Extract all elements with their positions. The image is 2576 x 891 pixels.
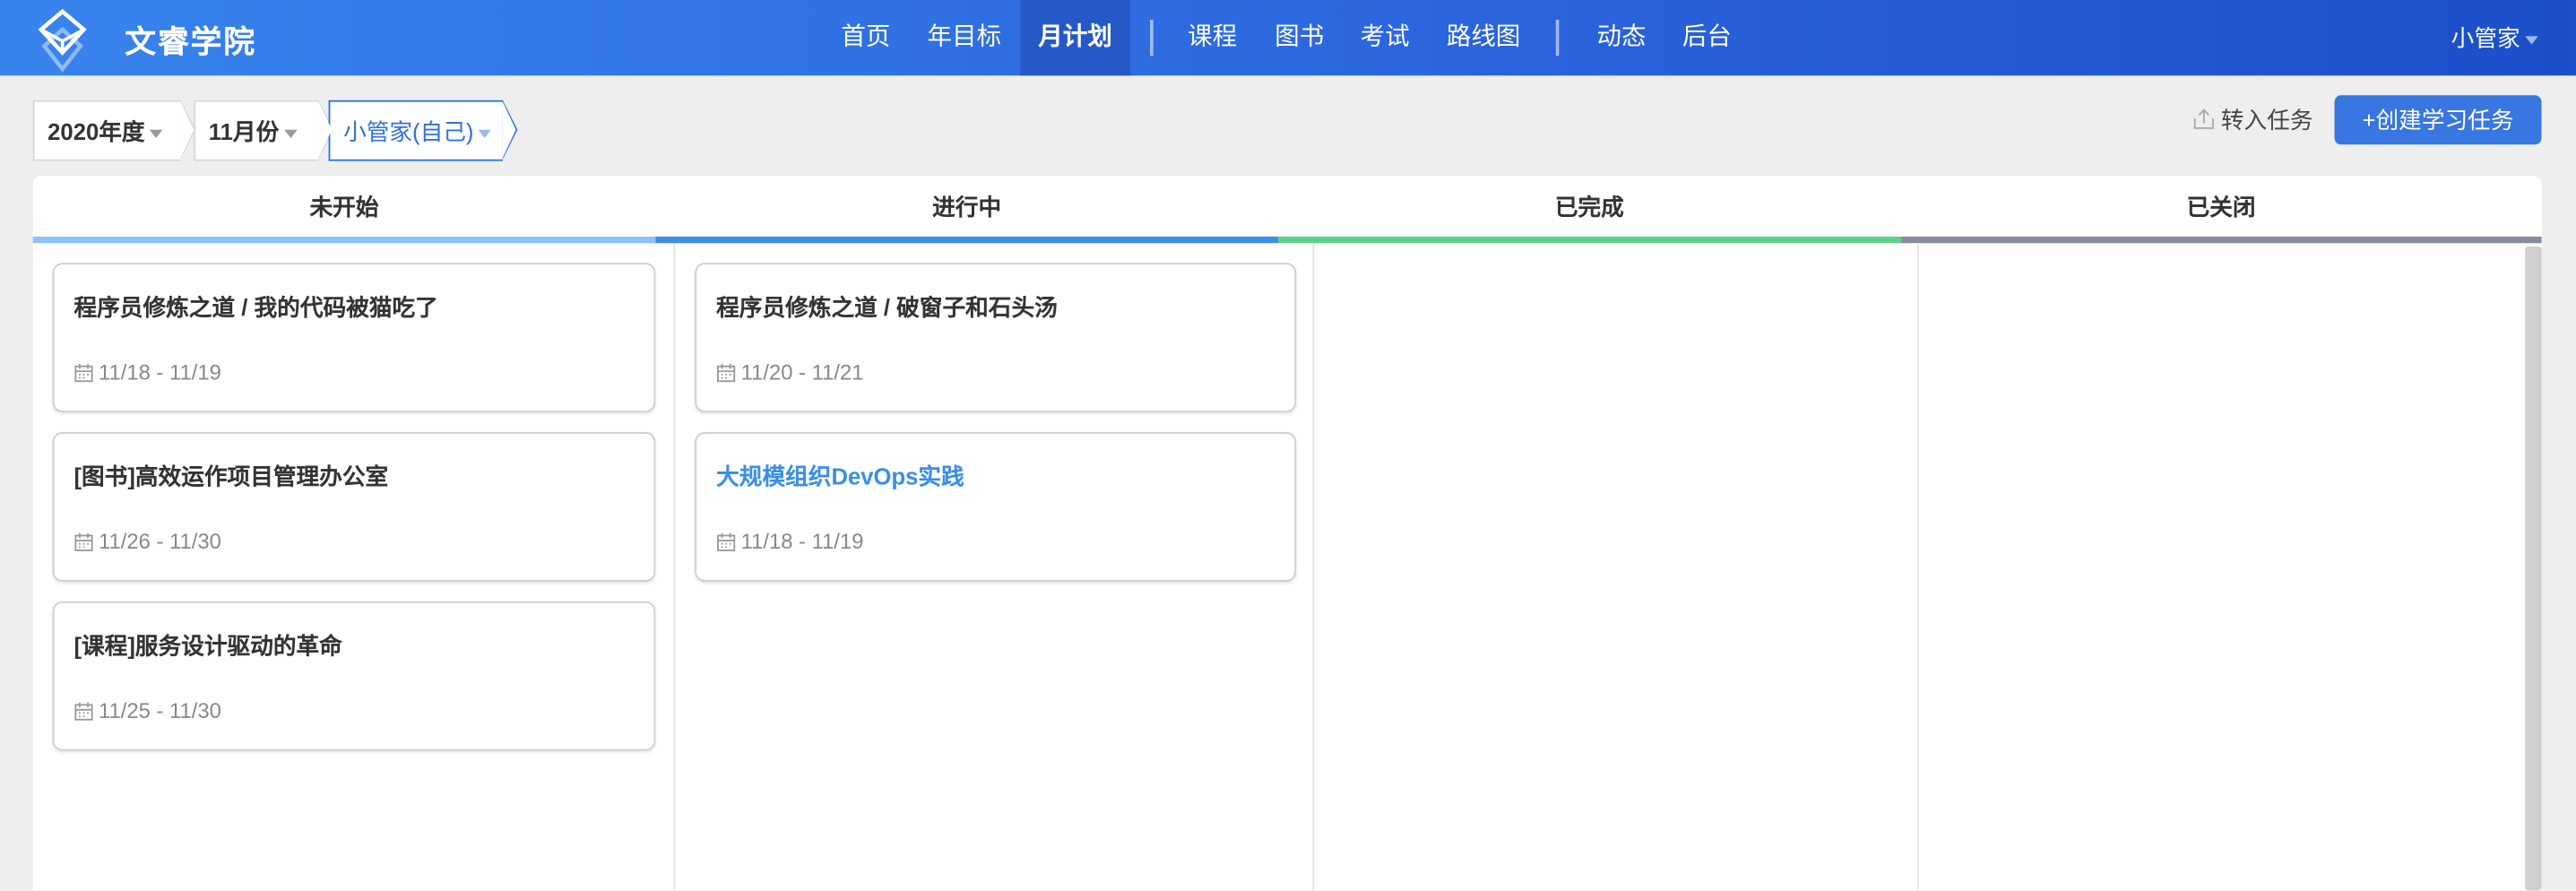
brand-name[interactable]: 文睿学院 xyxy=(125,18,256,62)
date-range: 11/26 - 11/30 xyxy=(98,529,221,554)
date-range: 11/25 - 11/30 xyxy=(98,697,221,723)
task-title[interactable]: 程序员修炼之道 / 我的代码被猫吃了 xyxy=(73,290,437,324)
user-name: 小管家 xyxy=(2451,24,2520,51)
calendar-icon xyxy=(717,363,736,382)
calendar-icon xyxy=(74,701,93,720)
nav-admin[interactable]: 后台 xyxy=(1671,0,1743,75)
nav-divider xyxy=(1555,19,1560,56)
column-done xyxy=(1314,243,1919,891)
task-date: 11/18 - 11/19 xyxy=(73,359,221,385)
column-header-closed: 已关闭 xyxy=(1900,176,2542,244)
month-value: 11月份 xyxy=(208,117,280,145)
import-task-button[interactable]: 转入任务 xyxy=(2193,103,2313,136)
task-date: 11/26 - 11/30 xyxy=(73,529,221,554)
date-range: 11/18 - 11/19 xyxy=(98,359,221,385)
person-value: 小管家(自己) xyxy=(343,117,474,145)
task-card[interactable]: [课程]服务设计驱动的革命 11/25 - 11/30 xyxy=(52,601,656,751)
nav-books[interactable]: 图书 xyxy=(1264,0,1336,75)
nav-month-plan[interactable]: 月计划 xyxy=(1020,0,1131,76)
date-range: 11/18 - 11/19 xyxy=(740,529,864,554)
task-card[interactable]: [图书]高效运作项目管理办公室 11/26 - 11/30 xyxy=(52,432,656,582)
task-card[interactable]: 程序员修炼之道 / 破窗子和石头汤 11/20 - 11/21 xyxy=(695,263,1297,413)
nav-home[interactable]: 首页 xyxy=(830,0,903,75)
nav-activity[interactable]: 动态 xyxy=(1586,0,1658,75)
calendar-icon xyxy=(74,363,93,382)
month-selector[interactable]: 11月份 xyxy=(194,99,334,161)
chevron-down-icon xyxy=(478,129,492,138)
task-card[interactable]: 大规模组织DevOps实践 11/18 - 11/19 xyxy=(695,432,1297,582)
column-header-not-started: 未开始 xyxy=(32,176,656,244)
task-title[interactable]: 大规模组织DevOps实践 xyxy=(716,460,964,493)
person-selector[interactable]: 小管家(自己) xyxy=(328,99,518,161)
chevron-down-icon xyxy=(2525,35,2538,45)
logo-icon xyxy=(38,8,87,73)
chevron-down-icon xyxy=(150,129,163,138)
task-title[interactable]: [图书]高效运作项目管理办公室 xyxy=(73,460,388,493)
nav-courses[interactable]: 课程 xyxy=(1176,0,1249,75)
calendar-icon xyxy=(717,532,736,551)
task-date: 11/18 - 11/19 xyxy=(716,529,864,554)
calendar-icon xyxy=(74,532,93,551)
date-range: 11/20 - 11/21 xyxy=(740,359,864,385)
scrollbar[interactable] xyxy=(2525,246,2542,891)
import-label: 转入任务 xyxy=(2220,107,2313,134)
create-task-button[interactable]: +创建学习任务 xyxy=(2334,95,2542,145)
task-card[interactable]: 程序员修炼之道 / 我的代码被猫吃了 11/18 - 11/19 xyxy=(52,263,656,413)
column-header-done: 已完成 xyxy=(1277,176,1901,244)
chevron-down-icon xyxy=(283,129,298,138)
top-navbar: 文睿学院 首页 年目标 月计划 课程 图书 考试 路线图 动态 后台 小管家 xyxy=(0,0,2576,76)
task-title[interactable]: 程序员修炼之道 / 破窗子和石头汤 xyxy=(716,290,1058,324)
task-title[interactable]: [课程]服务设计驱动的革命 xyxy=(73,629,341,662)
nav-roadmap[interactable]: 路线图 xyxy=(1436,0,1531,75)
year-value: 2020年度 xyxy=(48,117,145,145)
task-date: 11/20 - 11/21 xyxy=(716,359,864,385)
nav-year-goal[interactable]: 年目标 xyxy=(917,0,1012,75)
upload-icon xyxy=(2193,108,2214,129)
nav-exams[interactable]: 考试 xyxy=(1349,0,1422,75)
kanban-board: 未开始 进行中 已完成 已关闭 程序员修炼之道 / 我的代码被猫吃了 11/18 … xyxy=(32,176,2542,891)
column-header-in-progress: 进行中 xyxy=(655,176,1278,244)
nav-divider xyxy=(1150,19,1154,56)
task-date: 11/25 - 11/30 xyxy=(73,697,221,723)
column-closed xyxy=(1919,243,2525,890)
user-menu[interactable]: 小管家 xyxy=(2451,0,2538,75)
year-selector[interactable]: 2020年度 xyxy=(32,99,196,161)
